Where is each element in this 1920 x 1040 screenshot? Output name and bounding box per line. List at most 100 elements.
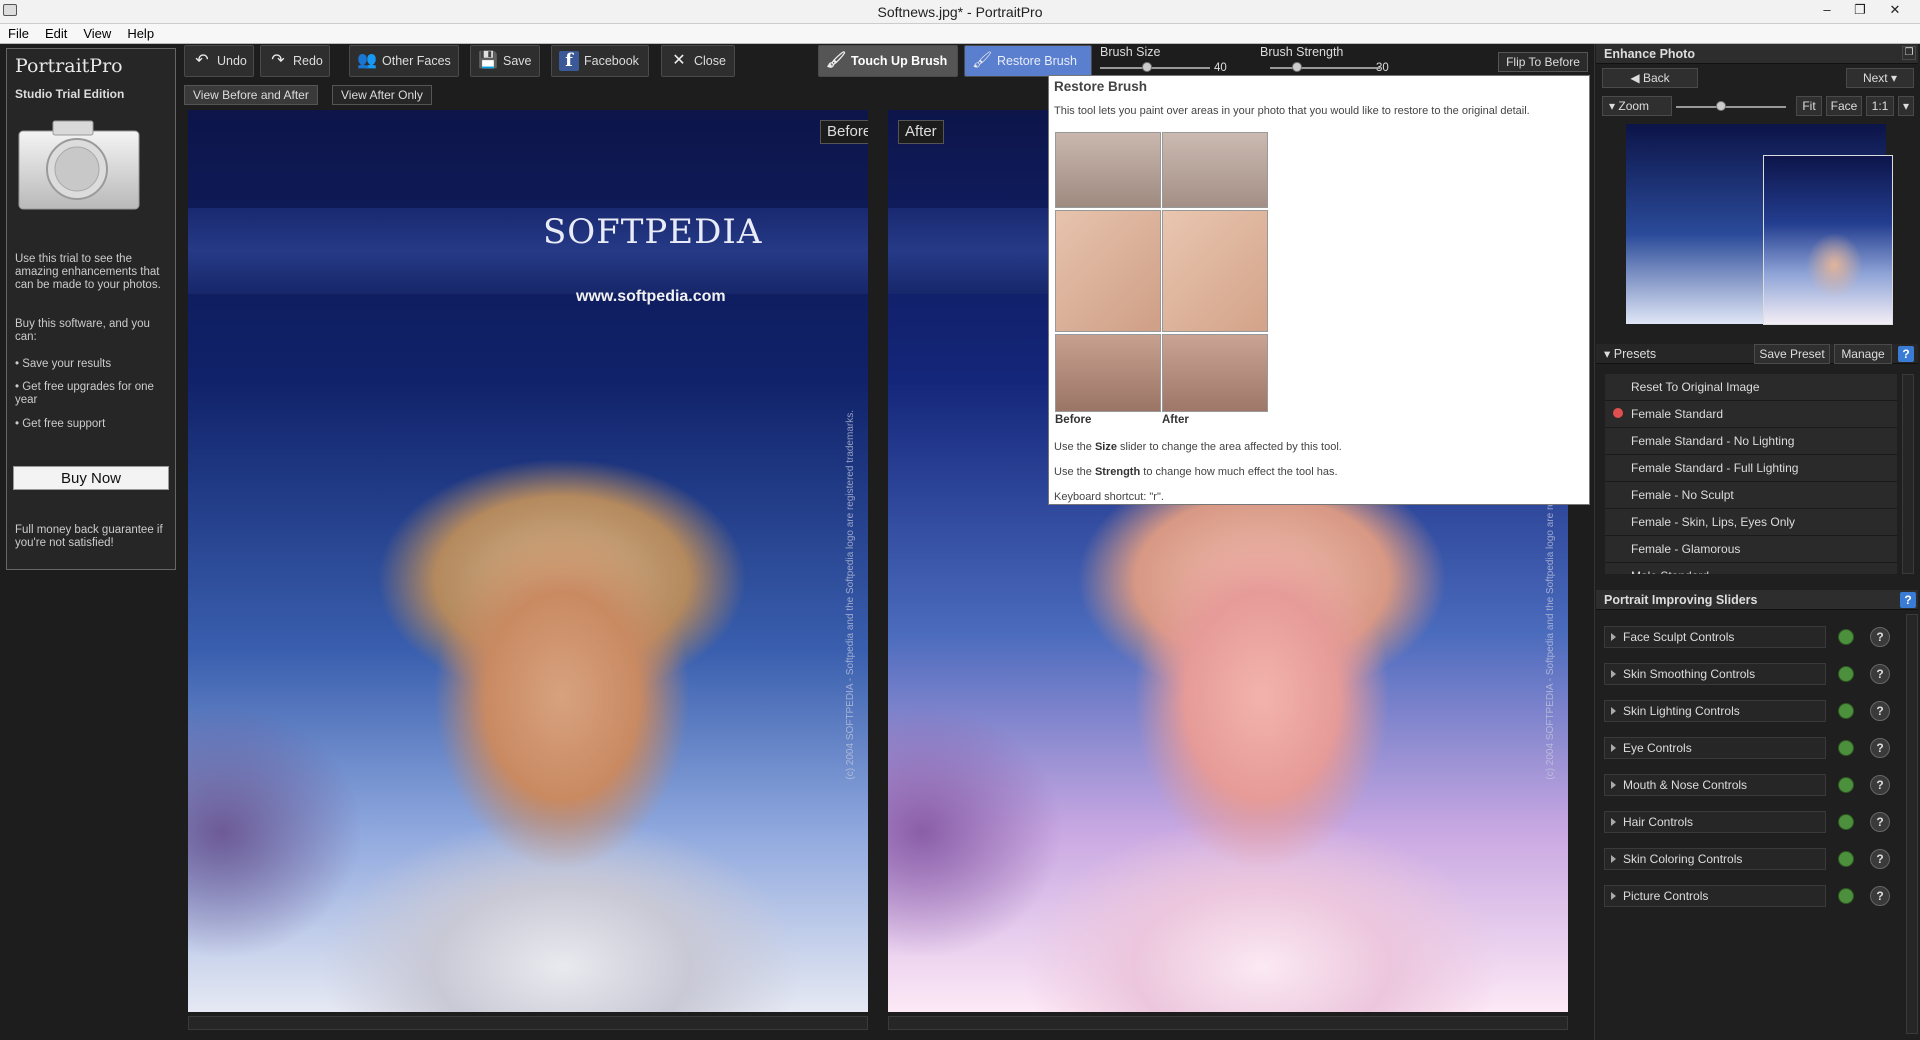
restore-button[interactable]: ❐ [1843,0,1877,22]
help-icon[interactable]: ? [1870,812,1890,832]
slider-group-item[interactable]: Eye Controls [1604,737,1826,759]
zoom-label: Zoom [1618,99,1650,113]
touch-up-brush-label: Touch Up Brush [851,54,948,68]
sliders-scrollbar[interactable] [1906,614,1918,1034]
slider-group-item[interactable]: Picture Controls [1604,885,1826,907]
brush-strength-value: 30 [1376,62,1389,74]
after-horizontal-scrollbar[interactable] [888,1016,1568,1030]
buy-now-button[interactable]: Buy Now [13,466,169,490]
window-title: Softnews.jpg* - PortraitPro [877,4,1043,20]
preset-item[interactable]: Female - No Sculpt [1605,482,1897,509]
zoom-face-button[interactable]: Face [1826,96,1862,116]
slider-group-item[interactable]: Face Sculpt Controls [1604,626,1826,648]
sliders-help-icon[interactable]: ? [1900,592,1916,608]
enable-toggle[interactable] [1838,888,1854,904]
save-preset-button[interactable]: Save Preset [1754,344,1830,364]
slider-group-item[interactable]: Skin Lighting Controls [1604,700,1826,722]
preset-item[interactable]: Reset To Original Image [1605,374,1897,401]
brush-size-handle[interactable] [1142,62,1152,72]
enable-toggle[interactable] [1838,666,1854,682]
menu-view[interactable]: View [75,24,119,41]
touch-up-brush-button[interactable]: 🖌 Touch Up Brush [818,45,958,77]
slider-group-label: Skin Coloring Controls [1623,852,1743,866]
preset-item-selected[interactable]: Female Standard [1605,401,1897,428]
slider-group-label: Skin Lighting Controls [1623,704,1740,718]
help-icon[interactable]: ? [1870,701,1890,721]
save-button[interactable]: 💾 Save [470,45,540,77]
before-image-pane[interactable]: SOFTPEDIA www.softpedia.com (c) 2004 SOF… [188,110,868,1012]
brand-banner [188,208,868,294]
presets-help-icon[interactable]: ? [1898,346,1914,362]
zoom-fit-button[interactable]: Fit [1796,96,1822,116]
expand-arrow-icon [1611,818,1616,826]
back-button[interactable]: ◀ Back [1602,68,1698,88]
preset-item[interactable]: Female - Glamorous [1605,536,1897,563]
enable-toggle[interactable] [1838,703,1854,719]
guarantee-text: Full money back guarantee if you're not … [15,524,163,549]
menu-edit[interactable]: Edit [37,24,75,41]
preset-item[interactable]: Male Standard [1605,563,1897,574]
enable-toggle[interactable] [1838,851,1854,867]
brush-strength-slider[interactable] [1270,67,1380,69]
enable-toggle[interactable] [1838,814,1854,830]
zoom-1to1-button[interactable]: 1:1 [1866,96,1894,116]
close-label: Close [694,54,726,68]
enable-toggle[interactable] [1838,629,1854,645]
slider-group-label: Skin Smoothing Controls [1623,667,1756,681]
benefit-item: • Get free upgrades for one year [15,381,154,406]
preset-item[interactable]: Female Standard - Full Lighting [1605,455,1897,482]
slider-group-item[interactable]: Skin Coloring Controls [1604,848,1826,870]
restore-brush-tooltip: Restore Brush This tool lets you paint o… [1048,75,1590,505]
slider-group-item[interactable]: Hair Controls [1604,811,1826,833]
before-horizontal-scrollbar[interactable] [188,1016,868,1030]
zoom-toggle[interactable]: ▾ Zoom [1602,96,1672,116]
facebook-button[interactable]: f Facebook [551,45,649,77]
navigator-view-frame[interactable] [1763,155,1893,325]
preset-item[interactable]: Female Standard - No Lighting [1605,428,1897,455]
help-icon[interactable]: ? [1870,886,1890,906]
save-icon: 💾 [478,52,498,69]
slider-group-item[interactable]: Mouth & Nose Controls [1604,774,1826,796]
menu-bar: File Edit View Help [0,24,1920,44]
save-label: Save [503,54,532,68]
close-window-button[interactable]: ✕ [1878,0,1912,22]
enable-toggle[interactable] [1838,777,1854,793]
menu-help[interactable]: Help [119,24,162,41]
minimize-button[interactable]: – [1810,0,1844,22]
help-icon[interactable]: ? [1870,738,1890,758]
presets-scrollbar[interactable] [1902,374,1914,574]
benefit-text: Save your results [22,358,112,370]
slider-group-label: Face Sculpt Controls [1623,630,1735,644]
brush-size-slider[interactable] [1100,67,1210,69]
restore-brush-label: Restore Brush [997,54,1077,68]
edition-label: Studio Trial Edition [15,87,125,101]
tab-view-before-after[interactable]: View Before and After [184,85,318,105]
presets-list: Reset To Original Image Female Standard … [1605,374,1897,574]
menu-file[interactable]: File [0,24,37,41]
undo-button[interactable]: ↶ Undo [184,45,254,77]
help-icon[interactable]: ? [1870,775,1890,795]
zoom-handle[interactable] [1716,101,1726,111]
panel-undock-icon[interactable]: ❐ [1902,46,1916,60]
brush-icon: 🖌 [826,52,847,69]
restore-brush-button[interactable]: 🖌 Restore Brush [964,45,1092,77]
next-button[interactable]: Next ▾ [1846,68,1914,88]
enable-toggle[interactable] [1838,740,1854,756]
tab-view-after-only[interactable]: View After Only [332,85,432,105]
other-faces-button[interactable]: 👥 Other Faces [349,45,459,77]
redo-button[interactable]: ↷ Redo [260,45,330,77]
help-icon[interactable]: ? [1870,627,1890,647]
camera-icon [18,120,140,210]
sliders-header: Portrait Improving Sliders [1596,590,1918,610]
manage-presets-button[interactable]: Manage [1834,344,1892,364]
preset-item[interactable]: Female - Skin, Lips, Eyes Only [1605,509,1897,536]
brand-url: www.softpedia.com [576,288,726,305]
help-icon[interactable]: ? [1870,664,1890,684]
slider-group-item[interactable]: Skin Smoothing Controls [1604,663,1826,685]
brush-strength-handle[interactable] [1292,62,1302,72]
zoom-slider[interactable] [1676,106,1786,108]
flip-to-before-button[interactable]: Flip To Before [1498,52,1588,72]
help-icon[interactable]: ? [1870,849,1890,869]
zoom-menu-button[interactable]: ▾ [1898,96,1914,116]
close-button[interactable]: ✕ Close [661,45,735,77]
